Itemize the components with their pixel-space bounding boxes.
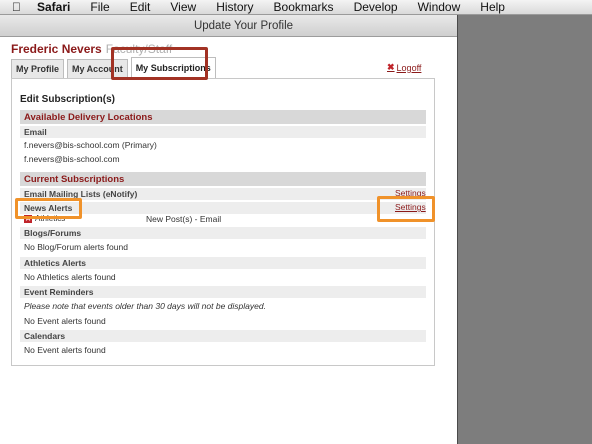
panel-title: Edit Subscription(s) (20, 94, 115, 105)
menu-safari[interactable]: Safari (37, 0, 70, 14)
news-alerts-settings-link[interactable]: Settings (395, 202, 426, 212)
menu-view[interactable]: View (170, 0, 196, 14)
menu-help[interactable]: Help (480, 0, 505, 14)
athletics-subheading: Athletics Alerts (20, 257, 426, 269)
user-name: Frederic Nevers (11, 42, 102, 56)
event-reminders-subheading: Event Reminders (20, 286, 426, 298)
menu-bar:  Safari File Edit View History Bookmark… (0, 0, 592, 15)
blogs-subheading: Blogs/Forums (20, 227, 426, 239)
menu-history[interactable]: History (216, 0, 253, 14)
tab-my-account[interactable]: My Account (67, 59, 128, 78)
mailing-lists-settings-link[interactable]: Settings (395, 188, 426, 198)
menu-develop[interactable]: Develop (354, 0, 398, 14)
current-subscriptions-heading: Current Subscriptions (20, 172, 426, 186)
user-role: Faculty/Staff (105, 42, 173, 56)
news-alert-name: Athletics (35, 214, 66, 223)
menu-window[interactable]: Window (418, 0, 461, 14)
blogs-empty: No Blog/Forum alerts found (24, 242, 128, 252)
desktop-background (458, 15, 592, 444)
mailing-lists-subheading: Email Mailing Lists (eNotify) (20, 188, 426, 200)
email-subheading: Email (20, 126, 426, 138)
page-content: Frederic Nevers Faculty/Staff My Profile … (11, 37, 447, 444)
menu-edit[interactable]: Edit (130, 0, 151, 14)
events-note: Please note that events older than 30 da… (24, 301, 266, 311)
calendars-empty: No Event alerts found (24, 345, 106, 355)
menu-bookmarks[interactable]: Bookmarks (274, 0, 334, 14)
remove-alert-icon[interactable]: ✕ (24, 214, 32, 223)
events-empty: No Event alerts found (24, 316, 106, 326)
apple-icon[interactable]:  (12, 0, 21, 14)
news-alert-detail: New Post(s) - Email (146, 214, 222, 224)
secondary-email: f.nevers@bis-school.com (24, 154, 120, 164)
delivery-locations-heading: Available Delivery Locations (20, 110, 426, 124)
subscriptions-panel: Edit Subscription(s) Available Delivery … (11, 78, 435, 366)
news-alert-row: ✕ Athletics (24, 214, 65, 223)
tab-my-subscriptions[interactable]: My Subscriptions (130, 57, 216, 78)
close-icon: ✖ (387, 62, 395, 72)
athletics-empty: No Athletics alerts found (24, 272, 116, 282)
profile-window: Update Your Profile Frederic Nevers Facul… (0, 15, 458, 444)
profile-tabs: My Profile My Account My Subscriptions (11, 57, 219, 78)
menu-file[interactable]: File (90, 0, 109, 14)
calendars-subheading: Calendars (20, 330, 426, 342)
tab-my-profile[interactable]: My Profile (11, 59, 65, 78)
user-line: Frederic Nevers Faculty/Staff (11, 42, 172, 56)
primary-email: f.nevers@bis-school.com (Primary) (24, 140, 157, 150)
logoff-label: Logoff (396, 62, 422, 73)
news-alerts-subheading: News Alerts (20, 202, 426, 214)
logoff-link[interactable]: ✖ Logoff (387, 62, 421, 73)
window-title: Update Your Profile (193, 19, 294, 32)
window-titlebar[interactable]: Update Your Profile (0, 15, 457, 37)
